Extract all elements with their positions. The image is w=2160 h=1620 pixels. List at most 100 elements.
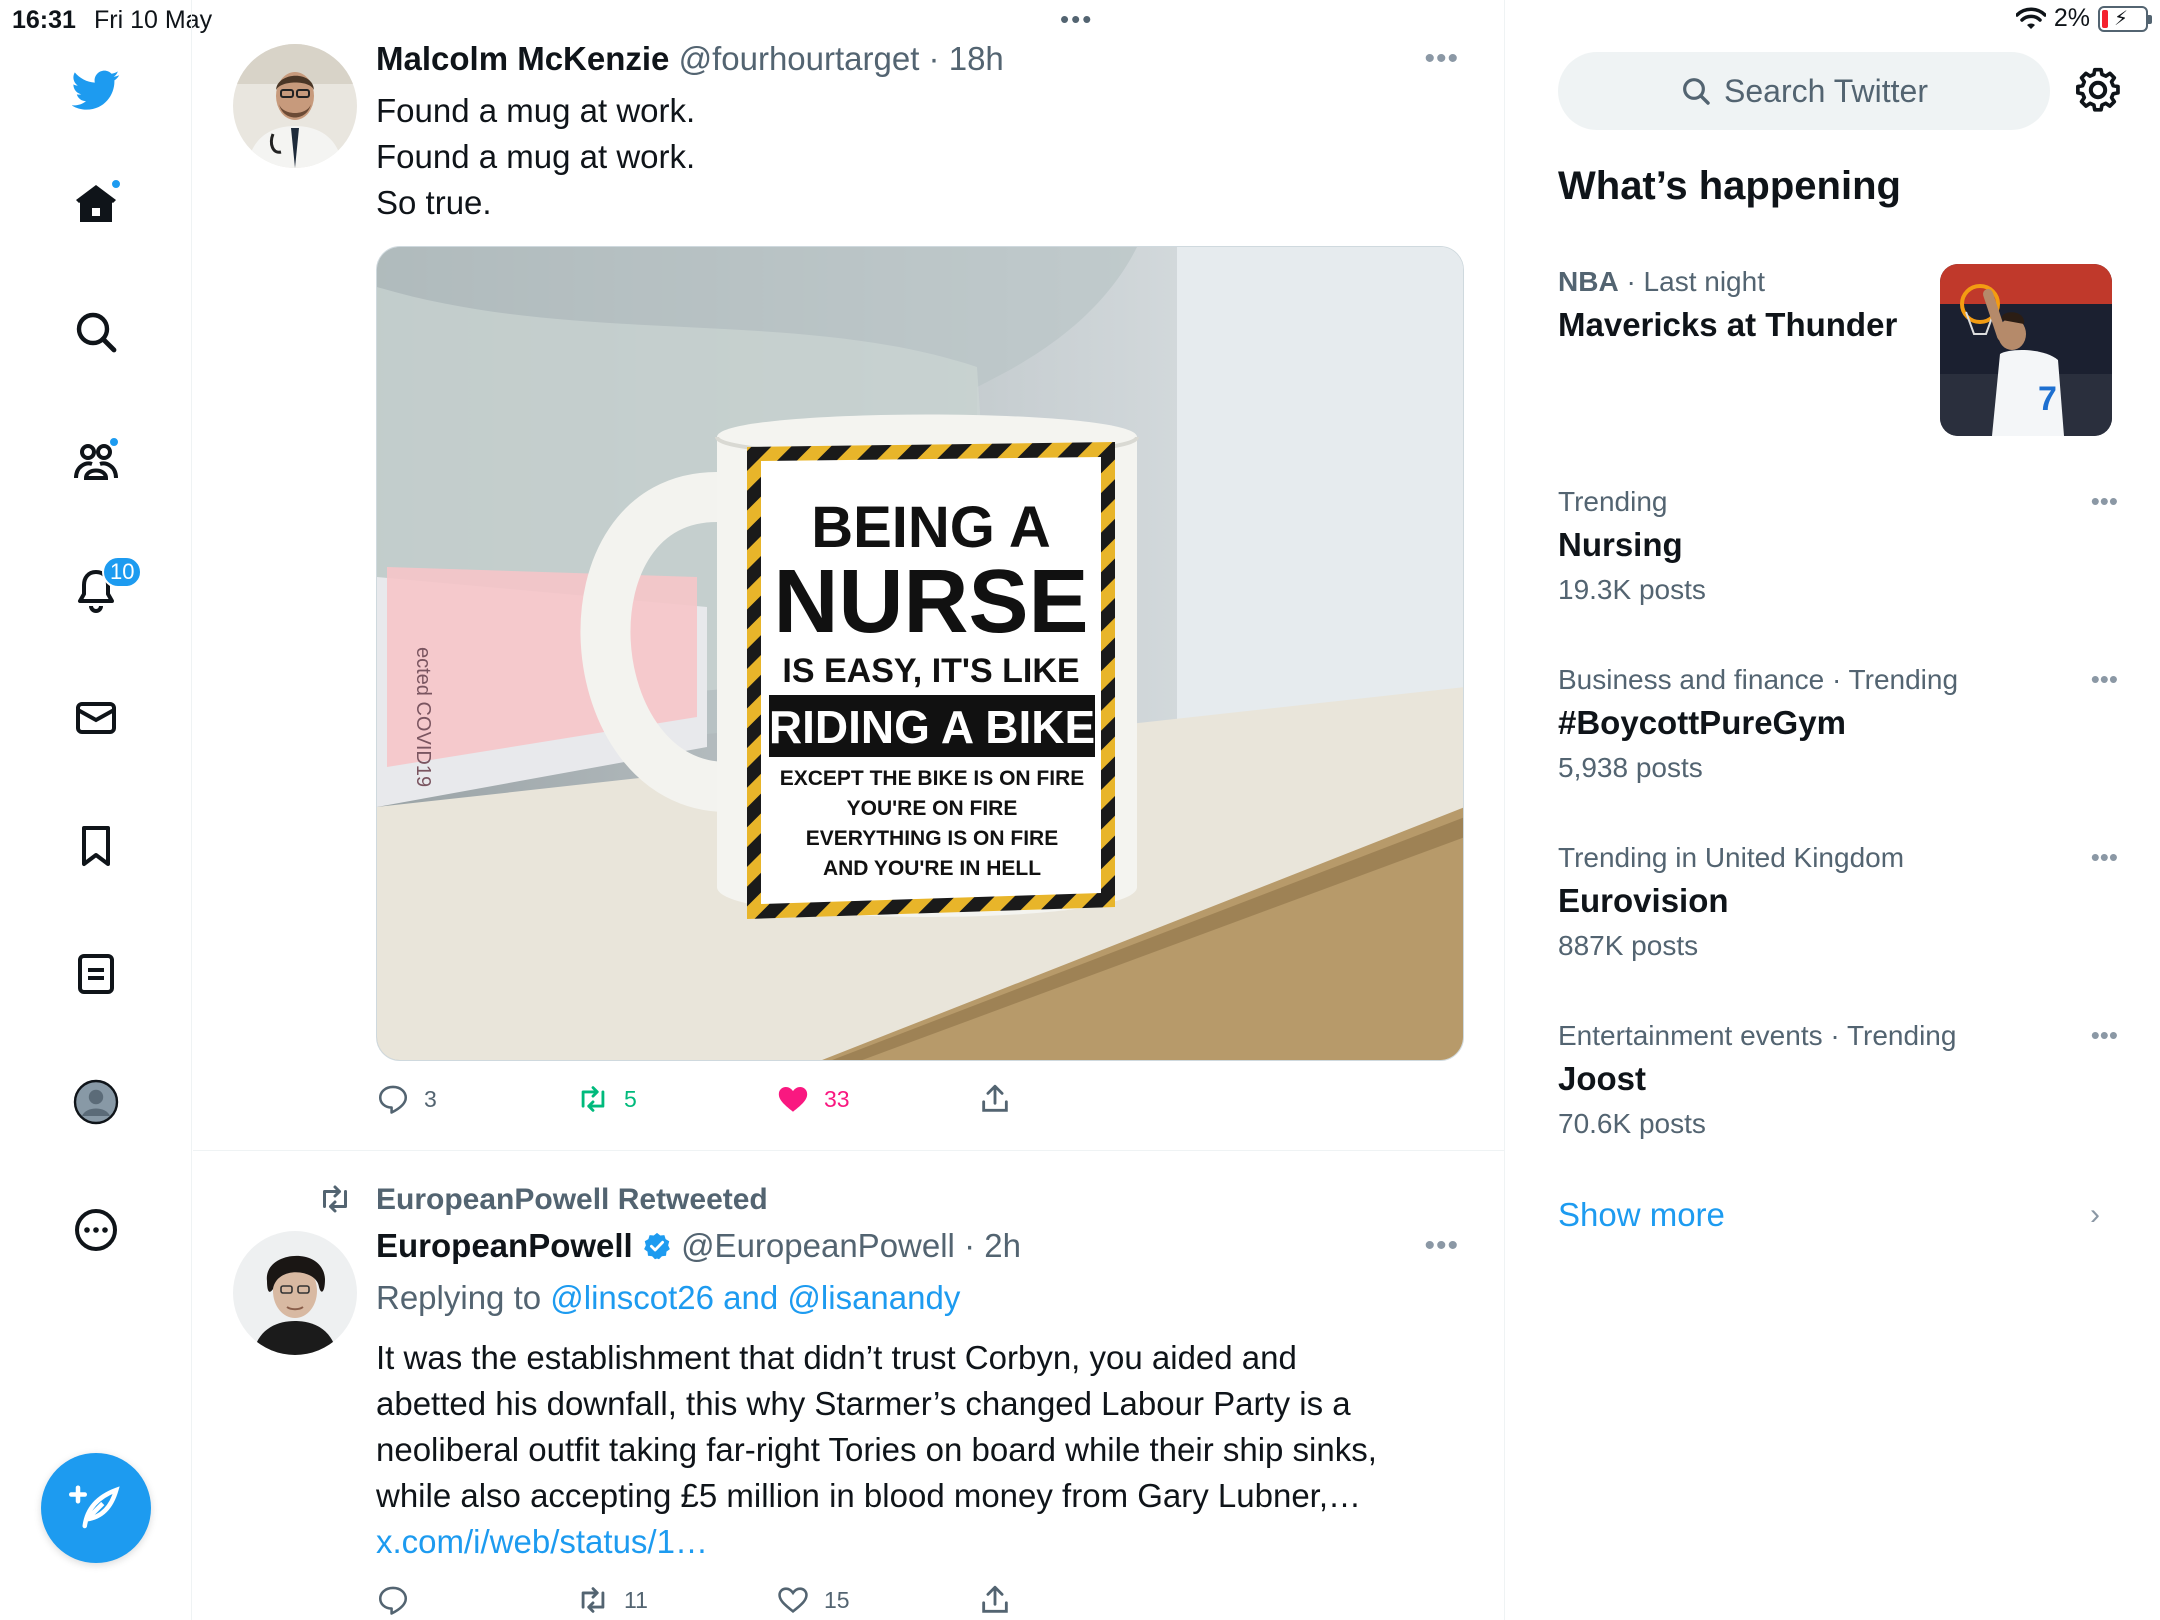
retweet-count: 5	[624, 1085, 637, 1112]
avatar[interactable]	[233, 44, 357, 168]
trend-post-count: 70.6K posts	[1558, 1108, 1706, 1139]
mug-text: BEING A	[811, 495, 1051, 560]
tweet-text: Found a mug at work. Found a mug at work…	[376, 88, 695, 226]
notifications-icon[interactable]: 10	[70, 556, 143, 616]
author-handle[interactable]: @EuropeanPowell	[681, 1227, 955, 1264]
reply-button[interactable]: 3	[376, 1082, 437, 1116]
tweet-more-icon[interactable]: •••	[1424, 1229, 1459, 1263]
lists-icon[interactable]	[70, 948, 122, 1000]
tweet-link[interactable]: x.com/i/web/status/1…	[376, 1519, 1377, 1565]
more-icon[interactable]	[70, 1204, 122, 1256]
show-more-link[interactable]: Show more	[1558, 1196, 1725, 1234]
trend-post-count: 5,938 posts	[1558, 752, 1703, 783]
retweet-button[interactable]: 5	[576, 1082, 637, 1116]
avatar[interactable]	[233, 1231, 357, 1355]
communities-unread-dot	[108, 436, 120, 448]
tweet-text: It was the establishment that didn’t tru…	[376, 1335, 1377, 1565]
profile-icon[interactable]	[70, 1076, 122, 1128]
replying-to: Replying to @linscot26 and @lisanandy	[376, 1279, 960, 1317]
messages-icon[interactable]	[70, 692, 122, 744]
twitter-logo-icon[interactable]	[70, 64, 122, 116]
explore-icon[interactable]	[70, 306, 122, 358]
mug-text: IS EASY, IT'S LIKE	[782, 652, 1079, 690]
tweet-time[interactable]: 2h	[984, 1227, 1021, 1264]
settings-gear-icon[interactable]	[2074, 66, 2122, 114]
mug-text: AND YOU'RE IN HELL	[823, 857, 1041, 880]
author-name[interactable]: EuropeanPowell	[376, 1227, 633, 1264]
compose-icon	[69, 1485, 120, 1529]
trend-thumbnail[interactable]: 7	[1940, 264, 2112, 436]
search-icon	[1683, 78, 1710, 105]
trend-category: Trending in United Kingdom	[1558, 842, 1905, 873]
retweeted-icon	[317, 1181, 353, 1222]
trend-topic: Eurovision	[1558, 882, 1729, 919]
retweet-count: 11	[624, 1586, 648, 1613]
trend-topic: Nursing	[1558, 526, 1683, 563]
tweet-time[interactable]: 18h	[949, 40, 1004, 77]
chevron-right-icon[interactable]: ›	[2090, 1198, 2100, 1232]
trend-item[interactable]: Trending Nursing 19.3K posts •••	[1558, 486, 2118, 606]
trend-item[interactable]: Business and finance · Trending #Boycott…	[1558, 664, 2118, 784]
reply-button[interactable]	[376, 1583, 424, 1617]
tweet-more-icon[interactable]: •••	[1424, 42, 1459, 76]
compose-button[interactable]	[41, 1453, 151, 1563]
tweet-divider	[193, 1150, 1505, 1151]
author-handle[interactable]: @fourhourtarget	[679, 40, 920, 77]
like-count: 15	[824, 1586, 850, 1613]
retweet-icon	[581, 1587, 605, 1613]
trend-category: NBA	[1558, 266, 1619, 297]
tweet-actions: 11 15	[376, 1583, 1076, 1620]
left-navigation: 10	[0, 0, 192, 1620]
home-unread-dot	[110, 178, 122, 190]
trend-more-icon[interactable]: •••	[2091, 664, 2118, 695]
tweet-text-line: Found a mug at work.	[376, 92, 696, 129]
tweet-text-line: while also accepting £5 million in blood…	[376, 1477, 1362, 1514]
share-button[interactable]	[978, 1583, 1012, 1617]
author-name[interactable]: Malcolm McKenzie	[376, 40, 669, 77]
share-icon	[982, 1585, 1008, 1613]
trend-more-icon[interactable]: •••	[2091, 1020, 2118, 1051]
mug-text: EXCEPT THE BIKE IS ON FIRE	[780, 767, 1085, 790]
notifications-count-badge: 10	[102, 556, 143, 588]
trend-post-count: 19.3K posts	[1558, 574, 1706, 605]
trend-more-icon[interactable]: •••	[2091, 842, 2118, 873]
right-sidebar: Search Twitter What’s happening NBA · La…	[1506, 0, 2160, 1620]
mug-text: RIDING A BIKE	[769, 701, 1095, 753]
trend-category: Entertainment events · Trending	[1558, 1020, 1957, 1051]
trend-item[interactable]: Entertainment events · Trending Joost 70…	[1558, 1020, 2118, 1140]
retweet-button[interactable]: 11	[576, 1583, 648, 1617]
trend-more-icon[interactable]: •••	[2091, 486, 2118, 517]
jersey-number: 7	[2038, 380, 2057, 418]
trend-category: Trending	[1558, 486, 1668, 517]
communities-icon[interactable]	[70, 436, 122, 488]
tweet-image[interactable]: BEING A NURSE IS EASY, IT'S LIKE RIDING …	[376, 246, 1464, 1061]
replying-to-users[interactable]: @linscot26 and @lisanandy	[550, 1279, 960, 1316]
reply-icon	[378, 1085, 408, 1114]
retweet-icon	[581, 1086, 605, 1112]
share-icon	[982, 1084, 1008, 1112]
tweet-text-line: abetted his downfall, this why Starmer’s…	[376, 1385, 1351, 1422]
tweet-text-line: neoliberal outfit taking far-right Torie…	[376, 1431, 1377, 1468]
search-placeholder: Search Twitter	[1724, 72, 1928, 109]
tweet-text-line: Found a mug at work.	[376, 138, 696, 175]
replying-prefix: Replying to	[376, 1279, 551, 1316]
tweet-text-line: So true.	[376, 184, 492, 221]
mug-text: EVERYTHING IS ON FIRE	[806, 827, 1058, 850]
trend-item[interactable]: Trending in United Kingdom Eurovision 88…	[1558, 842, 2118, 962]
poster-text: ected COVID19	[412, 647, 434, 787]
tweet-header: EuropeanPowell @EuropeanPowell · 2h	[376, 1227, 1021, 1264]
share-button[interactable]	[978, 1082, 1012, 1116]
search-input[interactable]: Search Twitter	[1558, 52, 2050, 130]
trend-category-suffix: · Last night	[1618, 266, 1765, 297]
tweet-text-line: It was the establishment that didn’t tru…	[376, 1339, 1297, 1376]
reply-count: 3	[424, 1085, 437, 1112]
trend-topic: #BoycottPureGym	[1558, 704, 1846, 741]
trend-post-count: 887K posts	[1558, 930, 1699, 961]
like-button[interactable]: 33	[776, 1082, 850, 1116]
tweet-header: Malcolm McKenzie @fourhourtarget · 18h	[376, 40, 1004, 77]
retweeted-by[interactable]: EuropeanPowell Retweeted	[376, 1183, 768, 1217]
home-icon[interactable]	[70, 178, 122, 230]
heart-icon	[778, 1086, 808, 1112]
like-button[interactable]: 15	[776, 1583, 850, 1617]
bookmarks-icon[interactable]	[70, 820, 122, 872]
